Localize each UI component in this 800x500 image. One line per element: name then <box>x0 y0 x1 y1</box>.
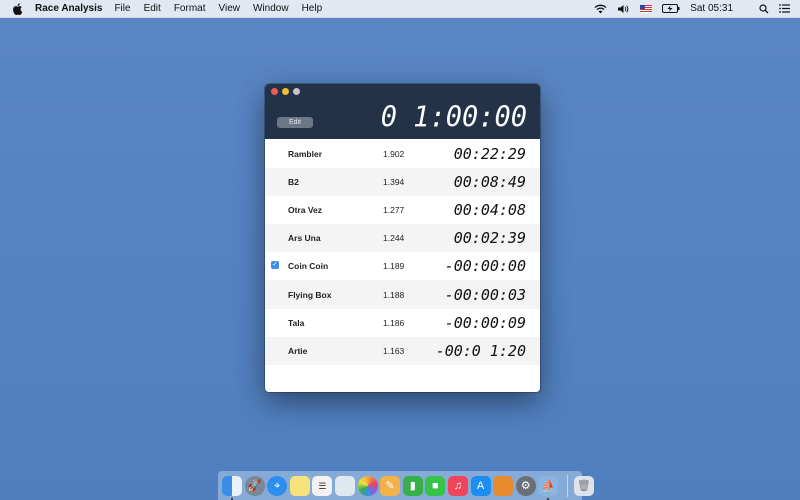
corrected-time: 00:08:49 <box>453 173 526 192</box>
safari-icon[interactable]: ⌖ <box>267 475 288 496</box>
trash-icon[interactable]: 🗑 <box>573 475 594 496</box>
corrected-time: -00:0 1:20 <box>435 341 526 360</box>
menu-view[interactable]: View <box>218 3 240 14</box>
race-time-display: 0 1:00:00 <box>380 101 527 134</box>
boat-rating: 1.189 <box>383 261 405 272</box>
battery-icon[interactable] <box>662 4 680 13</box>
dock: 🚀 ⌖ ☰ ✎ ▮ ■ ♫ A ⚙ ⛵ 🗑 <box>218 471 594 500</box>
app-store-icon[interactable]: A <box>470 475 491 496</box>
menu-help[interactable]: Help <box>302 3 323 14</box>
system-preferences-icon[interactable]: ⚙ <box>515 475 536 496</box>
corrected-time: 00:04:08 <box>453 201 526 220</box>
boat-name: Rambler <box>288 149 323 160</box>
minimize-window-button[interactable] <box>282 88 289 95</box>
launchpad-icon[interactable]: 🚀 <box>244 475 265 496</box>
boat-rating: 1.902 <box>383 149 405 160</box>
menu-window[interactable]: Window <box>253 3 289 14</box>
input-source-flag-icon[interactable] <box>640 4 653 13</box>
race-analysis-icon[interactable]: ⛵ <box>538 475 559 500</box>
corrected-time: -00:00:03 <box>444 285 526 304</box>
dock-separator <box>566 474 568 497</box>
notes-icon[interactable] <box>289 475 310 496</box>
boat-name: Flying Box <box>288 289 332 300</box>
pages-icon[interactable]: ✎ <box>380 475 401 496</box>
table-row[interactable]: Rambler 1.902 00:22:29 <box>265 140 540 168</box>
facetime-icon[interactable]: ■ <box>425 475 446 496</box>
finder-icon[interactable] <box>222 475 242 500</box>
corrected-time: -00:00:09 <box>444 313 526 332</box>
menu-edit[interactable]: Edit <box>144 3 161 14</box>
table-row[interactable]: ✓ Coin Coin 1.189 -00:00:00 <box>265 252 540 280</box>
apple-menu-icon[interactable] <box>12 2 23 15</box>
boat-rating: 1.394 <box>383 177 405 188</box>
boat-name: Coin Coin <box>288 261 329 272</box>
edit-button[interactable]: Edit <box>277 117 313 128</box>
corrected-time: -00:00:00 <box>444 257 526 276</box>
boat-rating: 1.186 <box>383 317 405 328</box>
menu-bar: Race Analysis File Edit Format View Wind… <box>0 0 800 18</box>
boat-rating: 1.188 <box>383 289 405 300</box>
menubar-clock[interactable]: Sat 05:31 <box>690 3 733 14</box>
status-area: Sat 05:31 <box>594 0 800 17</box>
boat-rating: 1.244 <box>383 233 405 244</box>
close-window-button[interactable] <box>271 88 278 95</box>
corrected-time: 00:22:29 <box>453 145 526 164</box>
boat-name: Tala <box>288 317 305 328</box>
corrected-time: 00:02:39 <box>453 229 526 248</box>
boat-rating: 1.163 <box>383 345 405 356</box>
boat-name: B2 <box>288 177 299 188</box>
menu-format[interactable]: Format <box>174 3 206 14</box>
notification-center-icon[interactable] <box>779 4 790 13</box>
menu-file[interactable]: File <box>114 3 130 14</box>
zoom-window-button[interactable] <box>293 88 300 95</box>
entries-list: Rambler 1.902 00:22:29 B2 1.394 00:08:49… <box>265 140 540 365</box>
preview-icon[interactable] <box>334 475 355 496</box>
boat-rating: 1.277 <box>383 205 405 216</box>
app-menu[interactable]: Race Analysis <box>35 3 102 14</box>
boat-name: Artie <box>288 345 308 356</box>
boat-name: Ars Una <box>288 233 321 244</box>
reference-checkbox-checked-icon[interactable]: ✓ <box>271 261 279 270</box>
volume-icon[interactable] <box>617 4 630 14</box>
table-row[interactable]: Artie 1.163 -00:0 1:20 <box>265 336 540 365</box>
books-icon[interactable] <box>493 475 514 496</box>
photos-icon[interactable] <box>357 475 378 496</box>
table-row[interactable]: Flying Box 1.188 -00:00:03 <box>265 280 540 309</box>
reminders-icon[interactable]: ☰ <box>312 475 333 496</box>
table-row[interactable]: Tala 1.186 -00:00:09 <box>265 309 540 337</box>
window-header: Edit 0 1:00:00 <box>265 84 540 139</box>
wifi-icon[interactable] <box>594 4 607 14</box>
boat-name: Otra Vez <box>288 205 323 216</box>
table-row[interactable]: Ars Una 1.244 00:02:39 <box>265 224 540 253</box>
race-analysis-window: Edit 0 1:00:00 Rambler 1.902 00:22:29 B2… <box>265 84 540 392</box>
spotlight-search-icon[interactable] <box>759 3 769 14</box>
table-row[interactable]: B2 1.394 00:08:49 <box>265 168 540 197</box>
numbers-icon[interactable]: ▮ <box>402 475 423 496</box>
table-row[interactable]: Otra Vez 1.277 00:04:08 <box>265 196 540 224</box>
music-icon[interactable]: ♫ <box>447 475 468 496</box>
